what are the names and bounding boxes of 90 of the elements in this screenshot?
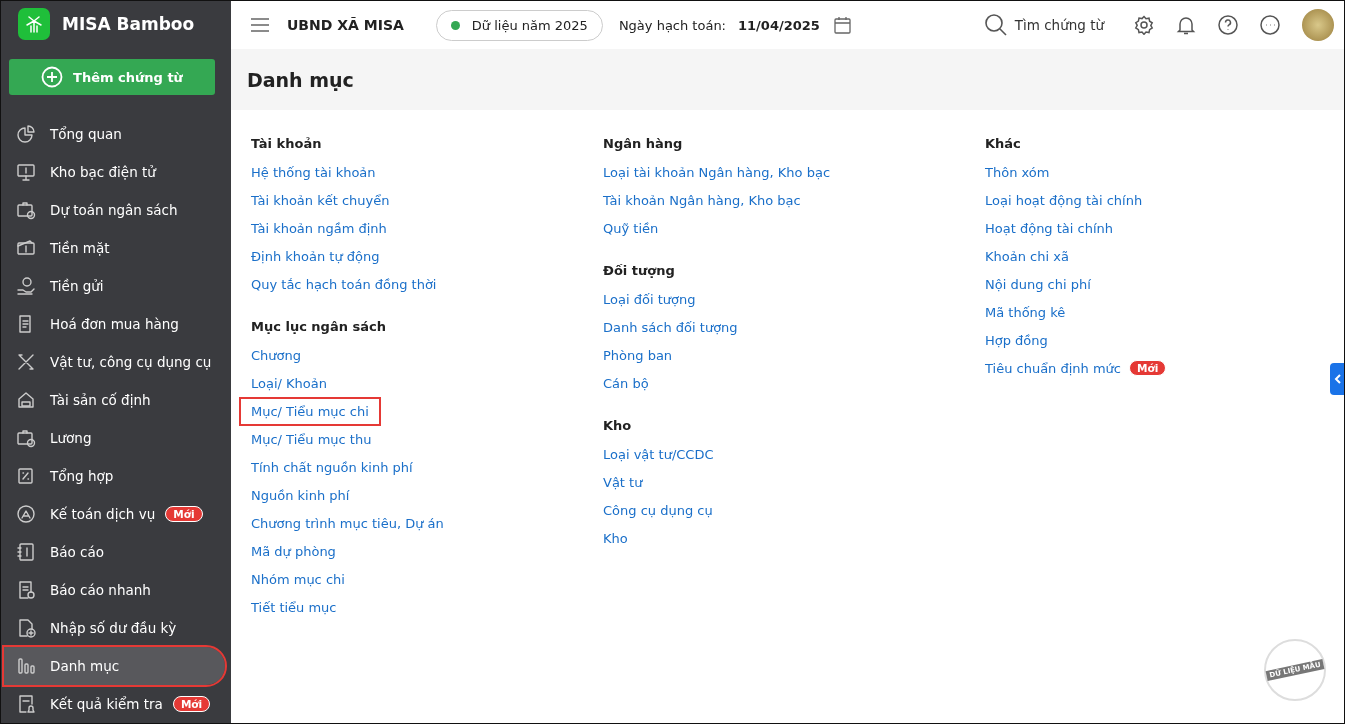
sidebar-item[interactable]: Dự toán ngân sách [1,191,223,229]
catalog-link[interactable]: Tài khoản kết chuyển [251,188,390,212]
sidebar-item[interactable]: Báo cáo nhanh [1,571,223,609]
catalog-link[interactable]: Nội dung chi phí [985,272,1091,296]
catalog-link[interactable]: Danh sách đối tượng [603,315,738,339]
catalog-link[interactable]: Mã thống kê [985,300,1066,324]
catalog-link[interactable]: Tính chất nguồn kinh phí [251,455,413,479]
catalog-link[interactable]: Mục/ Tiểu mục thu [251,427,372,451]
catalog-link[interactable]: Vật tư [603,470,643,494]
catalog-link[interactable]: Công cụ dụng cụ [603,498,713,522]
catalog-link[interactable]: Hợp đồng [985,328,1048,352]
catalog-link[interactable]: Khoản chi xã [985,244,1069,268]
catalog-link[interactable]: Thôn xóm [985,160,1050,184]
group-heading: Khác [985,135,1022,153]
sidebar-item[interactable]: Tài sản cố định [1,381,223,419]
collapse-tab[interactable] [1330,363,1344,395]
avatar[interactable] [1302,9,1334,41]
sidebar-item[interactable]: Tổng hợp [1,457,223,495]
catalog-link[interactable]: Quy tắc hạch toán đồng thời [251,272,437,296]
catalog-link[interactable]: Tiết tiểu mục [251,595,337,619]
sidebar-item[interactable]: Kho bạc điện tử [1,153,223,191]
briefcase-icon [16,428,36,448]
help-icon[interactable] [1218,15,1238,35]
bar-chart-icon [16,656,36,676]
group-heading: Tài khoản [251,135,323,153]
catalog-link[interactable]: Hệ thống tài khoản [251,160,376,184]
add-voucher-button[interactable]: Thêm chứng từ [9,59,215,95]
circle-a-icon [16,504,36,524]
chevron-left-icon [1333,374,1341,384]
catalog-link[interactable]: Tài khoản ngầm định [251,216,387,240]
search-icon [984,14,1007,36]
status-dot-icon [450,20,460,30]
sidebar-item[interactable]: Tiền mặt [1,229,223,267]
banknote-icon [16,238,36,258]
pie-chart-icon [16,124,36,144]
sidebar-item[interactable]: Báo cáo [1,533,223,571]
group-heading: Kho [603,417,633,435]
catalog-link[interactable]: Tài khoản Ngân hàng, Kho bạc [603,188,801,212]
group-heading: Đối tượng [603,262,676,280]
catalog-link[interactable]: Nhóm mục chi [251,567,345,591]
settings-icon[interactable] [1134,15,1154,35]
catalog-link[interactable]: Loại vật tư/CCDC [603,442,714,466]
sidebar-item[interactable]: Kết quả kiểm tra Mới [1,685,223,723]
calendar-icon[interactable] [833,16,851,34]
new-badge: Mới [165,506,203,522]
group-heading: Mục lục ngân sách [251,318,387,336]
catalog-link[interactable]: Nguồn kinh phí [251,483,350,507]
menu-icon[interactable] [251,18,269,32]
catalog-link[interactable]: Cán bộ [603,371,649,395]
catalog-link[interactable]: Quỹ tiền [603,216,659,240]
catalog-link[interactable]: Định khoản tự động [251,244,380,268]
app-name: MISA Bamboo [62,13,195,34]
sidebar-item[interactable]: Hoá đơn mua hàng [1,305,223,343]
catalog-link[interactable]: Chương [251,343,301,367]
catalog-link[interactable]: Loại đối tượng [603,287,696,311]
more-icon[interactable] [1260,15,1280,35]
sidebar-item[interactable]: Tổng quan [1,115,223,153]
catalog-link[interactable]: Tiêu chuẩn định mức [985,356,1121,380]
new-badge: Mới [1129,360,1167,376]
logo-icon [18,7,50,40]
plus-circle-icon [41,66,64,89]
catalog-link[interactable]: Phòng ban [603,343,673,367]
catalog-link[interactable]: Kho [603,526,628,550]
catalog-link[interactable]: Chương trình mục tiêu, Dự án [251,511,444,535]
catalog-link[interactable]: Hoạt động tài chính [985,216,1114,240]
new-badge: Mới [172,696,211,712]
sidebar-item[interactable]: Kế toán dịch vụ Mới [1,495,223,533]
catalog-link[interactable]: Loại hoạt động tài chính [985,188,1143,212]
group-heading: Ngân hàng [603,135,684,153]
organization-name: UBND XÃ MISA [287,17,404,33]
search-field[interactable]: Tìm chứng từ [984,14,1104,36]
percent-document-icon [16,466,36,486]
sidebar-item[interactable]: Tiền gửi [1,267,223,305]
posting-date-label: Ngày hạch toán: [618,17,726,33]
catalog-link[interactable]: Mục/ Tiểu mục chi [241,398,379,424]
monitor-icon [16,162,36,182]
sidebar-item[interactable]: Vật tư, công cụ dụng cụ [1,343,223,381]
catalog-link[interactable]: Mã dự phòng [251,539,336,563]
sidebar-item[interactable]: Nhập số dư đầu kỳ [1,609,223,647]
catalog-link[interactable]: Loại tài khoản Ngân hàng, Kho bạc [603,160,831,184]
ledger-icon [16,542,36,562]
briefcase-icon [16,200,36,220]
sidebar-item[interactable]: Danh mục [4,647,225,685]
bell-icon[interactable] [1176,15,1196,35]
sidebar-item[interactable]: Lương [1,419,223,457]
file-plus-icon [16,618,36,638]
catalog-link[interactable]: Loại/ Khoản [251,371,327,395]
document-icon [16,580,36,600]
page-title: Danh mục [231,49,1344,110]
posting-date-value: 11/04/2025 [738,17,820,33]
